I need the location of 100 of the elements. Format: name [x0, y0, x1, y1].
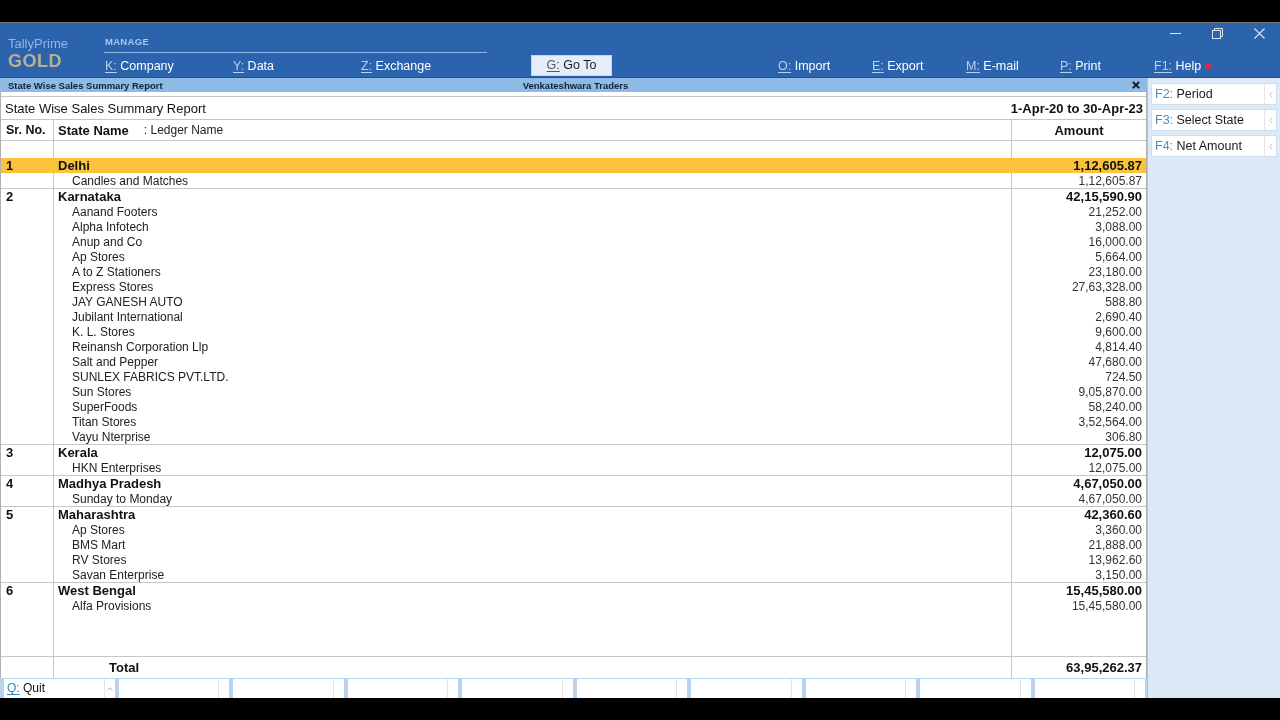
ledger-name: Sun Stores — [72, 384, 132, 399]
ledger-amount: 12,075.00 — [1088, 460, 1142, 475]
serial-number: 3 — [6, 445, 14, 460]
ledger-amount: 588.80 — [1105, 294, 1142, 309]
blank-button[interactable] — [805, 679, 916, 698]
state-name: Kerala — [58, 445, 98, 460]
blank-button[interactable] — [233, 679, 344, 698]
state-amount: 42,360.60 — [1084, 507, 1142, 522]
caret-up-icon — [106, 686, 113, 691]
ledger-name: Aanand Footers — [72, 204, 158, 219]
ledger-amount: 23,180.00 — [1088, 264, 1142, 279]
chevron-left-icon — [1268, 90, 1273, 98]
ledger-amount: 3,360.00 — [1095, 522, 1142, 537]
ledger-amount: 3,088.00 — [1095, 219, 1142, 234]
state-row[interactable]: 5 Maharashtra 42,360.60 — [1, 506, 1146, 522]
report-title: State Wise Sales Summary Report — [5, 100, 206, 116]
ledger-amount: 4,814.40 — [1095, 339, 1142, 354]
ledger-name: Sunday to Monday — [72, 491, 173, 506]
ledger-amount: 2,690.40 — [1095, 309, 1142, 324]
menu-item[interactable]: K: Company — [104, 57, 174, 74]
menu-item[interactable]: Z: Exchange — [360, 57, 432, 74]
window-title: State Wise Sales Summary Report — [8, 79, 163, 91]
ledger-amount: 9,05,870.00 — [1078, 384, 1142, 399]
ledger-name: BMS Mart — [72, 537, 126, 552]
state-name: Maharashtra — [58, 507, 136, 522]
menu-item[interactable]: M: E-mail — [965, 57, 1019, 74]
blank-button[interactable] — [691, 679, 802, 698]
column-subheader: : Ledger Name — [143, 123, 224, 137]
ledger-name: Alpha Infotech — [72, 219, 149, 234]
close-icon[interactable] — [1132, 81, 1140, 89]
ledger-name: Salt and Pepper — [72, 354, 159, 369]
ledger-amount: 15,45,580.00 — [1071, 598, 1142, 613]
ledger-amount: 4,67,050.00 — [1078, 491, 1142, 506]
serial-number: 5 — [6, 507, 14, 522]
ledger-name: SuperFoods — [72, 399, 138, 414]
blank-button[interactable] — [576, 679, 687, 698]
menu-section-label: MANAGE — [104, 36, 150, 47]
ledger-name: K. L. Stores — [72, 324, 135, 339]
menu-item[interactable]: O: Import — [777, 57, 831, 74]
ledger-name: Savan Enterprise — [72, 567, 165, 582]
state-amount: 15,45,580.00 — [1066, 583, 1142, 598]
sidebar-button[interactable]: F4: Net Amount — [1151, 135, 1277, 157]
serial-number: 1 — [6, 158, 14, 173]
app-edition: GOLD — [8, 51, 62, 71]
sidebar-button[interactable]: F3: Select State — [1151, 109, 1277, 131]
blank-button[interactable] — [462, 679, 573, 698]
ledger-amount: 1,12,605.87 — [1078, 173, 1142, 188]
menu-item[interactable]: F1: Help — [1153, 57, 1212, 74]
serial-number: 2 — [6, 189, 14, 204]
chevron-left-icon — [1268, 116, 1273, 124]
go-to-button[interactable]: G: Go To — [531, 55, 612, 76]
ledger-name: Ap Stores — [72, 522, 125, 537]
ledger-name: RV Stores — [72, 552, 127, 567]
state-row[interactable]: 2 Karnataka 42,15,590.90 — [1, 188, 1146, 204]
state-row[interactable]: 6 West Bengal 15,45,580.00 — [1, 582, 1146, 598]
sidebar-button[interactable]: F2: Period — [1151, 83, 1277, 105]
ledger-amount: 9,600.00 — [1095, 324, 1142, 339]
ledger-name: A to Z Stationers — [72, 264, 161, 279]
column-header: Sr. No. — [6, 123, 46, 137]
ledger-amount: 306.80 — [1105, 429, 1142, 444]
ledger-name: Reinansh Corporation Llp — [72, 339, 209, 354]
ledger-amount: 724.50 — [1105, 369, 1142, 384]
ledger-amount: 5,664.00 — [1095, 249, 1142, 264]
blank-button[interactable] — [118, 679, 229, 698]
blank-button[interactable] — [1034, 679, 1145, 698]
state-name: Karnataka — [58, 189, 121, 204]
state-amount: 12,075.00 — [1084, 445, 1142, 460]
blank-button[interactable] — [920, 679, 1031, 698]
ledger-amount: 3,150.00 — [1095, 567, 1142, 582]
quit-button[interactable]: Q: Quit — [4, 679, 115, 698]
blank-button[interactable] — [347, 679, 458, 698]
state-name: Delhi — [58, 158, 90, 173]
ledger-amount: 27,63,328.00 — [1071, 279, 1142, 294]
ledger-name: Alfa Provisions — [72, 598, 152, 613]
state-amount: 42,15,590.90 — [1066, 189, 1142, 204]
report-period: 1-Apr-20 to 30-Apr-23 — [1010, 100, 1143, 116]
ledger-name: JAY GANESH AUTO — [72, 294, 183, 309]
ledger-amount: 13,962.60 — [1088, 552, 1142, 567]
menu-item[interactable]: P: Print — [1059, 57, 1101, 74]
state-name: Madhya Pradesh — [58, 476, 162, 491]
restore-icon[interactable] — [1211, 28, 1223, 39]
serial-number: 4 — [6, 476, 14, 491]
app-name: TallyPrime — [8, 36, 68, 51]
state-amount: 4,67,050.00 — [1073, 476, 1142, 491]
ledger-name: Vayu Nterprise — [72, 429, 151, 444]
serial-number: 6 — [6, 583, 14, 598]
ledger-name: HKN Enterprises — [72, 460, 162, 475]
ledger-amount: 58,240.00 — [1088, 399, 1142, 414]
ledger-name: Candles and Matches — [72, 173, 189, 188]
minimize-icon[interactable] — [1169, 33, 1181, 34]
menu-item[interactable]: Y: Data — [232, 57, 274, 74]
ledger-amount: 3,52,564.00 — [1078, 414, 1142, 429]
state-row[interactable]: 3 Kerala 12,075.00 — [1, 444, 1146, 460]
total-label: Total — [109, 660, 140, 675]
state-row[interactable]: 1 Delhi 1,12,605.87 — [1, 158, 1146, 173]
ledger-amount: 16,000.00 — [1088, 234, 1142, 249]
ledger-name: Anup and Co — [72, 234, 143, 249]
ledger-name: Ap Stores — [72, 249, 125, 264]
menu-item[interactable]: E: Export — [871, 57, 924, 74]
state-row[interactable]: 4 Madhya Pradesh 4,67,050.00 — [1, 475, 1146, 491]
